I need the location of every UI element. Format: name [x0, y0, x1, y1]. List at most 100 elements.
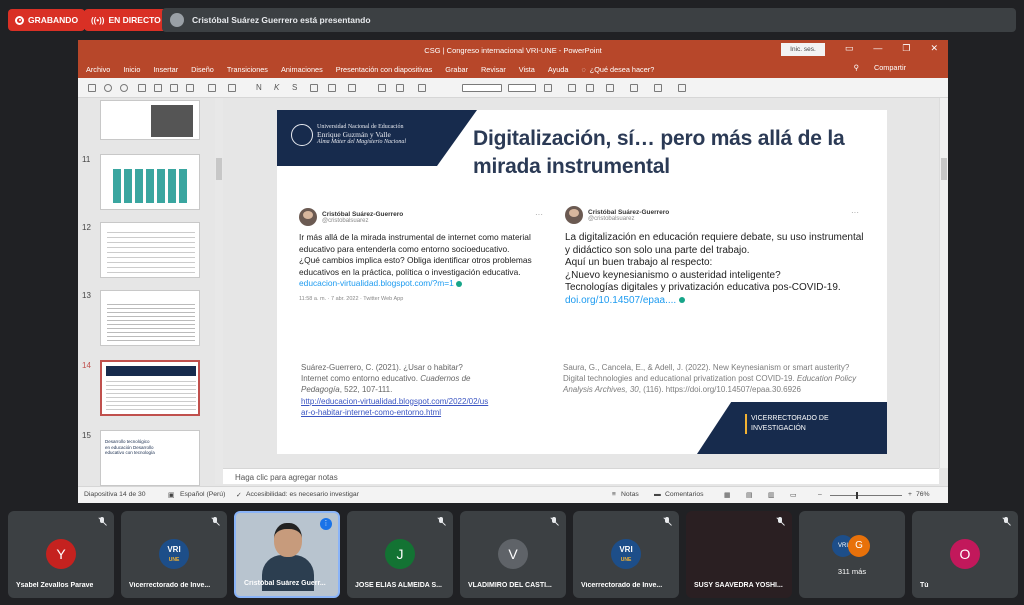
font-color-icon[interactable] — [544, 84, 552, 92]
layout-icon[interactable] — [154, 84, 162, 92]
share-button[interactable]: ⚲ Compartir — [854, 63, 919, 72]
menu-presentacion[interactable]: Presentación con diapositivas — [336, 65, 433, 74]
replace-icon[interactable] — [630, 84, 638, 92]
participant-tile[interactable]: SUSY SAAVEDRA YOSHI... — [686, 511, 792, 598]
menu-vista[interactable]: Vista — [519, 65, 535, 74]
menu-transiciones[interactable]: Transiciones — [227, 65, 268, 74]
more-icon[interactable] — [678, 84, 686, 92]
columns-icon[interactable] — [328, 84, 336, 92]
accessibility-icon[interactable]: ✓ — [236, 491, 242, 499]
notes-toggle[interactable]: Notas — [621, 491, 639, 498]
slide-scrollbar[interactable] — [939, 98, 948, 468]
accessibility-status[interactable]: Accesibilidad: es necesario investigar — [246, 491, 359, 498]
notes-pane[interactable]: Haga clic para agregar notas — [223, 468, 939, 484]
shape-icon[interactable] — [208, 84, 216, 92]
live-label: EN DIRECTO — [108, 15, 161, 25]
select-icon[interactable] — [654, 84, 662, 92]
window-controls: ▭ — ❐ ✕ — [845, 43, 938, 54]
slide-thumbnail-13[interactable] — [100, 290, 200, 346]
participant-tile-speaking[interactable]: ⋮ Cristóbal Suárez Guerr... — [234, 511, 340, 598]
comments-icon[interactable]: ▬ — [654, 491, 661, 498]
redo-icon[interactable] — [120, 84, 128, 92]
thumbnail-scroll-thumb[interactable] — [216, 158, 222, 180]
fill-icon[interactable] — [378, 84, 386, 92]
ribbon-menu: Archivo Inicio Insertar Diseño Transicio… — [78, 60, 948, 78]
slide-thumbnail-12[interactable] — [100, 222, 200, 278]
spellcheck-icon[interactable]: ▣ — [168, 491, 174, 499]
menu-animaciones[interactable]: Animaciones — [281, 65, 323, 74]
maximize-icon[interactable]: ❐ — [902, 43, 910, 54]
menu-inicio[interactable]: Inicio — [123, 65, 140, 74]
minimize-icon[interactable]: — — [873, 43, 882, 54]
save-icon[interactable] — [88, 84, 96, 92]
participant-tile[interactable]: VRI UNE Vicerrectorado de Inve... — [121, 511, 227, 598]
live-badge[interactable]: ((•)) EN DIRECTO — [84, 9, 168, 31]
self-tile[interactable]: O Tú — [912, 511, 1018, 598]
verified-icon — [678, 297, 685, 304]
quick-toolbar: N K S — [78, 78, 948, 98]
reading-view-icon[interactable]: ▥ — [768, 491, 774, 499]
comments-toggle[interactable]: Comentarios — [665, 491, 704, 498]
font-size-box[interactable] — [508, 84, 536, 92]
align-icon[interactable] — [310, 84, 318, 92]
notes-icon[interactable]: ≡ — [612, 491, 616, 498]
bold-icon[interactable]: N — [256, 83, 262, 92]
presenting-text: Cristóbal Suárez Guerrero está presentan… — [192, 15, 371, 25]
slide-scroll-thumb[interactable] — [941, 158, 947, 180]
une-logo-text: UNE — [168, 557, 180, 563]
participant-tile[interactable]: VRI UNE Vicerrectorado de Inve... — [573, 511, 679, 598]
italic-icon[interactable]: K — [274, 83, 279, 92]
recording-badge[interactable]: GRABANDO — [8, 9, 86, 31]
menu-insertar[interactable]: Insertar — [153, 65, 178, 74]
vri-une-logo: VRI UNE — [611, 539, 641, 569]
zoom-slider[interactable] — [830, 492, 902, 499]
zoom-level[interactable]: 76% — [916, 491, 930, 498]
section-icon[interactable] — [186, 84, 194, 92]
menu-ayuda[interactable]: Ayuda — [548, 65, 569, 74]
reference-1: Suárez-Guerrero, C. (2021). ¿Usar o habi… — [301, 362, 491, 418]
participant-tile[interactable]: Y Ysabel Zevallos Parave — [8, 511, 114, 598]
slide-thumbnail-14-selected[interactable] — [100, 360, 200, 416]
bullets-icon[interactable] — [418, 84, 426, 92]
menu-archivo[interactable]: Archivo — [86, 65, 110, 74]
zoom-in-icon[interactable]: + — [908, 491, 912, 498]
undo-icon[interactable] — [104, 84, 112, 92]
participant-tile[interactable]: V VLADIMIRO DEL CASTI... — [460, 511, 566, 598]
sorter-view-icon[interactable]: ▤ — [746, 491, 752, 499]
menu-grabar[interactable]: Grabar — [445, 65, 468, 74]
reference-1-url[interactable]: http://educacion-virtualidad.blogspot.co… — [301, 397, 488, 417]
window-title: CSG | Congreso internacional VRI-UNE - P… — [424, 45, 602, 55]
slide-thumbnail-11[interactable] — [100, 154, 200, 210]
new-slide-icon[interactable] — [138, 84, 146, 92]
increase-font-icon[interactable] — [568, 84, 576, 92]
ribbon-display-icon[interactable]: ▭ — [845, 43, 854, 54]
current-slide[interactable]: Universidad Nacional de Educación Enriqu… — [277, 110, 887, 454]
slide-thumbnail-10[interactable] — [100, 100, 200, 140]
university-seal-icon — [291, 124, 313, 146]
self-name: Tú — [920, 582, 929, 589]
normal-view-icon[interactable]: ▦ — [724, 491, 730, 499]
vri-logo-text: VRI — [619, 545, 633, 554]
mic-off-icon — [662, 517, 672, 527]
reset-icon[interactable] — [170, 84, 178, 92]
zoom-out-icon[interactable]: – — [818, 491, 822, 498]
tweet-card-1: Cristóbal Suárez-Guerrero @cristobalsuar… — [299, 208, 549, 302]
menu-revisar[interactable]: Revisar — [481, 65, 506, 74]
participant-tile[interactable]: J JOSE ELIAS ALMEIDA S... — [347, 511, 453, 598]
language-status[interactable]: Español (Perú) — [180, 491, 225, 498]
text-box-icon[interactable] — [348, 84, 356, 92]
star-icon[interactable] — [396, 84, 404, 92]
sign-in-button[interactable]: Inic. ses. — [781, 43, 825, 56]
thumbnail-scrollbar[interactable] — [215, 98, 223, 484]
highlight-icon[interactable] — [606, 84, 614, 92]
font-name-box[interactable] — [462, 84, 502, 92]
slideshow-icon[interactable]: ▭ — [790, 491, 796, 499]
menu-diseno[interactable]: Diseño — [191, 65, 214, 74]
tell-me-search[interactable]: ¿Qué desea hacer? — [590, 65, 655, 74]
decrease-font-icon[interactable] — [586, 84, 594, 92]
strike-icon[interactable]: S — [292, 83, 297, 92]
close-icon[interactable]: ✕ — [930, 43, 938, 54]
more-participants-tile[interactable]: VRI G 311 más — [799, 511, 905, 598]
slide-thumbnail-15[interactable]: Desarrollo tecnológico en educación Desa… — [100, 430, 200, 486]
arrange-icon[interactable] — [228, 84, 236, 92]
